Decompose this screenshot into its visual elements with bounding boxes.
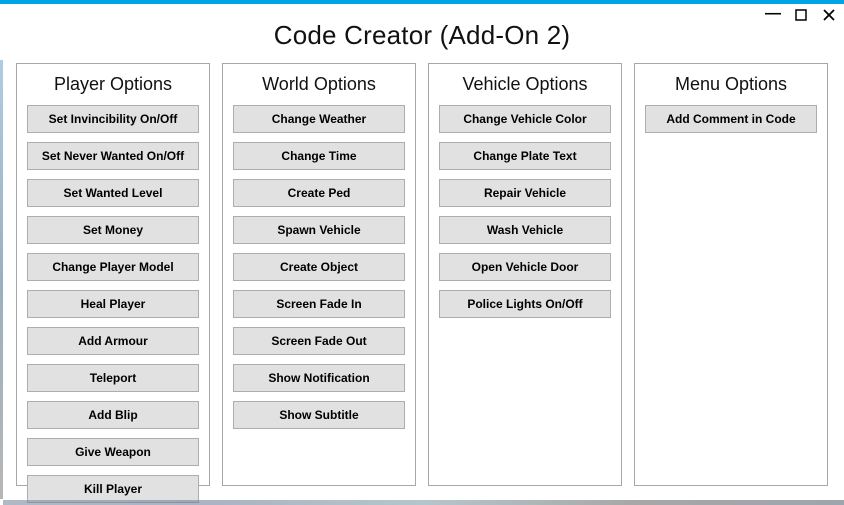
vehicle-options-title: Vehicle Options [439,74,611,95]
create-object-button[interactable]: Create Object [233,253,405,281]
bottom-window-edge [3,500,844,505]
menu-options-panel: Menu Options Add Comment in Code [634,63,828,486]
set-never-wanted-button[interactable]: Set Never Wanted On/Off [27,142,199,170]
add-blip-button[interactable]: Add Blip [27,401,199,429]
menu-options-title: Menu Options [645,74,817,95]
teleport-button[interactable]: Teleport [27,364,199,392]
show-notification-button[interactable]: Show Notification [233,364,405,392]
world-options-title: World Options [233,74,405,95]
change-vehicle-color-button[interactable]: Change Vehicle Color [439,105,611,133]
world-options-panel: World Options Change Weather Change Time Cr… [222,63,416,486]
add-armour-button[interactable]: Add Armour [27,327,199,355]
open-vehicle-door-button[interactable]: Open Vehicle Door [439,253,611,281]
set-invincibility-button[interactable]: Set Invincibility On/Off [27,105,199,133]
vehicle-options-panel: Vehicle Options Change Vehicle Color Chang… [428,63,622,486]
heal-player-button[interactable]: Heal Player [27,290,199,318]
player-options-panel: Player Options Set Invincibility On/Off Se… [16,63,210,486]
minimize-button[interactable]: — [764,6,782,24]
player-options-title: Player Options [27,74,199,95]
change-weather-button[interactable]: Change Weather [233,105,405,133]
left-window-edge [0,60,3,499]
window-title: Code Creator (Add-On 2) [0,20,844,51]
change-plate-text-button[interactable]: Change Plate Text [439,142,611,170]
create-ped-button[interactable]: Create Ped [233,179,405,207]
change-time-button[interactable]: Change Time [233,142,405,170]
spawn-vehicle-button[interactable]: Spawn Vehicle [233,216,405,244]
wash-vehicle-button[interactable]: Wash Vehicle [439,216,611,244]
screen-fade-out-button[interactable]: Screen Fade Out [233,327,405,355]
give-weapon-button[interactable]: Give Weapon [27,438,199,466]
repair-vehicle-button[interactable]: Repair Vehicle [439,179,611,207]
screen-fade-in-button[interactable]: Screen Fade In [233,290,405,318]
kill-player-button[interactable]: Kill Player [27,475,199,503]
show-subtitle-button[interactable]: Show Subtitle [233,401,405,429]
panels-row: Player Options Set Invincibility On/Off Se… [0,63,844,498]
close-button[interactable] [820,6,838,24]
window-accent-bar [0,0,844,4]
maximize-button[interactable] [792,6,810,24]
window-controls: — [764,6,838,24]
set-wanted-level-button[interactable]: Set Wanted Level [27,179,199,207]
set-money-button[interactable]: Set Money [27,216,199,244]
change-player-model-button[interactable]: Change Player Model [27,253,199,281]
add-comment-button[interactable]: Add Comment in Code [645,105,817,133]
police-lights-button[interactable]: Police Lights On/Off [439,290,611,318]
